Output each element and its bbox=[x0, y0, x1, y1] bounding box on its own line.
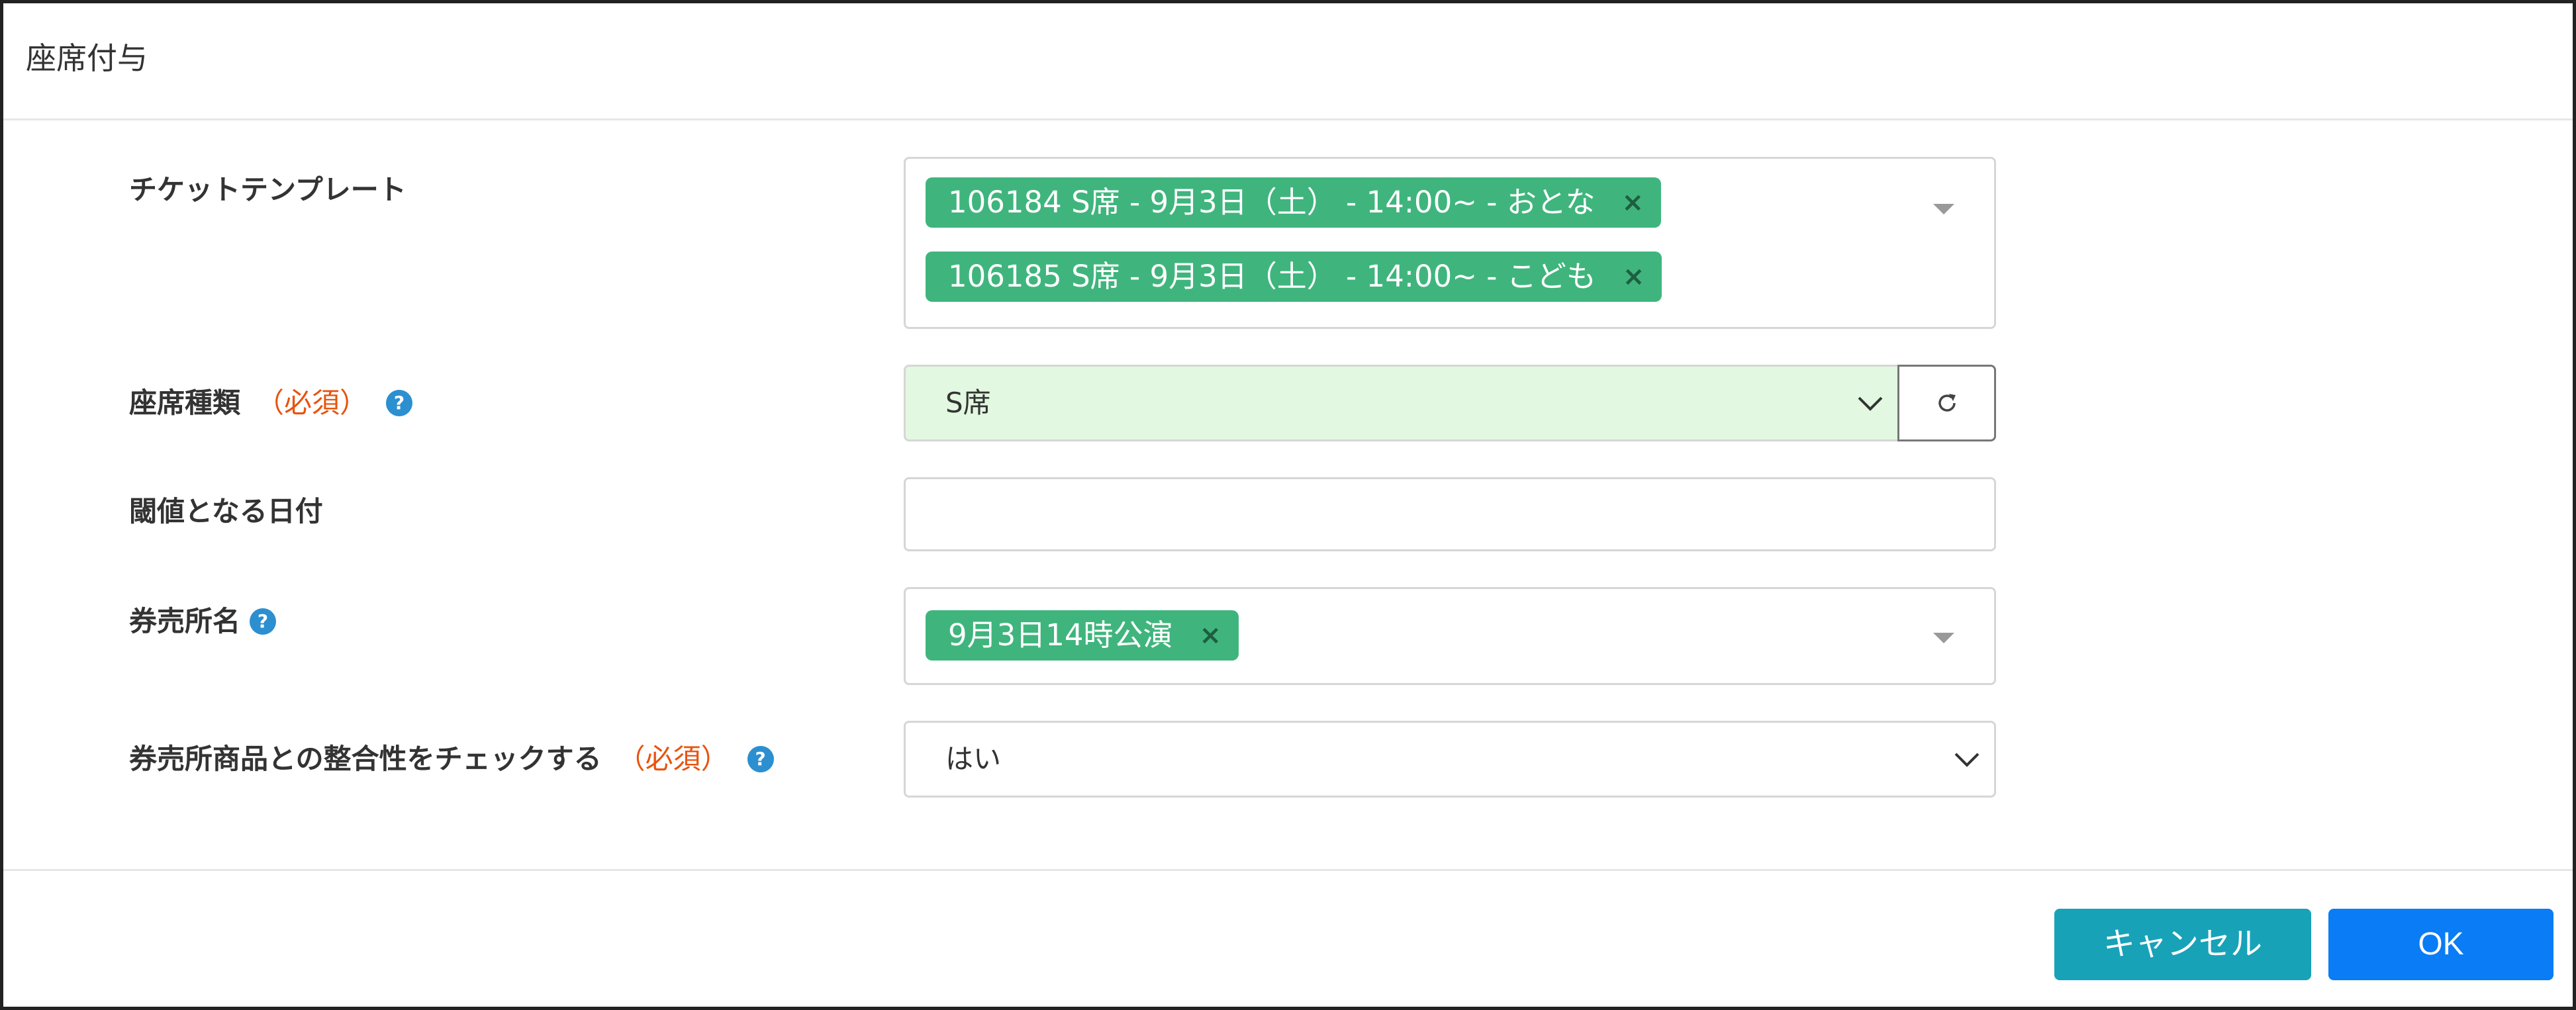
check-consistency-select[interactable]: はい bbox=[904, 721, 1996, 798]
required-marker: （必須） bbox=[617, 743, 729, 775]
tag-remove-icon[interactable]: × bbox=[1200, 610, 1222, 661]
threshold-date-label-text: 閾値となる日付 bbox=[129, 495, 323, 528]
threshold-date-input[interactable] bbox=[904, 477, 1996, 551]
threshold-date-label: 閾値となる日付 bbox=[129, 493, 323, 530]
ticket-template-label-text: チケットテンプレート bbox=[129, 173, 406, 206]
help-icon[interactable]: ? bbox=[747, 746, 774, 772]
seat-type-label-text: 座席種類 bbox=[129, 387, 241, 419]
seat-type-select[interactable]: S席 bbox=[904, 365, 1899, 441]
required-marker: （必須） bbox=[256, 387, 368, 419]
tag-label: 9月3日14時公演 bbox=[948, 618, 1173, 653]
tag-label: 106184 S席 - 9月3日（土） - 14:00~ - おとな bbox=[948, 185, 1596, 220]
cancel-button[interactable]: キャンセル bbox=[2054, 909, 2311, 980]
help-icon[interactable]: ? bbox=[386, 390, 413, 416]
seat-type-label: 座席種類 （必須） ? bbox=[129, 385, 413, 422]
ticket-template-multiselect[interactable]: 106184 S席 - 9月3日（土） - 14:00~ - おとな × 106… bbox=[904, 157, 1996, 329]
ticket-template-label: チケットテンプレート bbox=[129, 171, 406, 208]
tag-remove-icon[interactable]: × bbox=[1622, 177, 1645, 228]
seat-type-value: S席 bbox=[945, 387, 991, 419]
ok-button[interactable]: OK bbox=[2328, 909, 2553, 980]
ticket-office-tag: 9月3日14時公演 × bbox=[926, 610, 1239, 661]
seat-assignment-modal: 座席付与 チケットテンプレート 106184 S席 - 9月3日（土） - 14… bbox=[0, 0, 2576, 1010]
ticket-template-tag: 106185 S席 - 9月3日（土） - 14:00~ - こども × bbox=[926, 252, 1662, 302]
tag-remove-icon[interactable]: × bbox=[1623, 252, 1645, 302]
check-consistency-label: 券売所商品との整合性をチェックする （必須） ? bbox=[129, 741, 774, 778]
check-consistency-value: はい bbox=[945, 743, 1002, 775]
refresh-icon bbox=[1938, 394, 1956, 412]
modal-title: 座席付与 bbox=[26, 40, 148, 76]
help-icon[interactable]: ? bbox=[250, 608, 277, 635]
check-consistency-label-text: 券売所商品との整合性をチェックする bbox=[129, 743, 602, 775]
refresh-button[interactable] bbox=[1897, 365, 1996, 441]
tag-label: 106185 S席 - 9月3日（土） - 14:00~ - こども bbox=[948, 259, 1596, 294]
modal-header: 座席付与 bbox=[3, 3, 2573, 120]
chevron-down-icon bbox=[1858, 396, 1883, 411]
chevron-down-icon bbox=[1954, 753, 1980, 767]
ticket-office-multiselect[interactable]: 9月3日14時公演 × bbox=[904, 587, 1996, 685]
ticket-office-label-text: 券売所名 bbox=[129, 605, 241, 637]
ticket-template-tag: 106184 S席 - 9月3日（土） - 14:00~ - おとな × bbox=[926, 177, 1662, 228]
dropdown-caret-icon[interactable] bbox=[1933, 204, 1954, 214]
ticket-office-label: 券売所名 ? bbox=[129, 603, 277, 640]
dropdown-caret-icon[interactable] bbox=[1933, 633, 1954, 643]
